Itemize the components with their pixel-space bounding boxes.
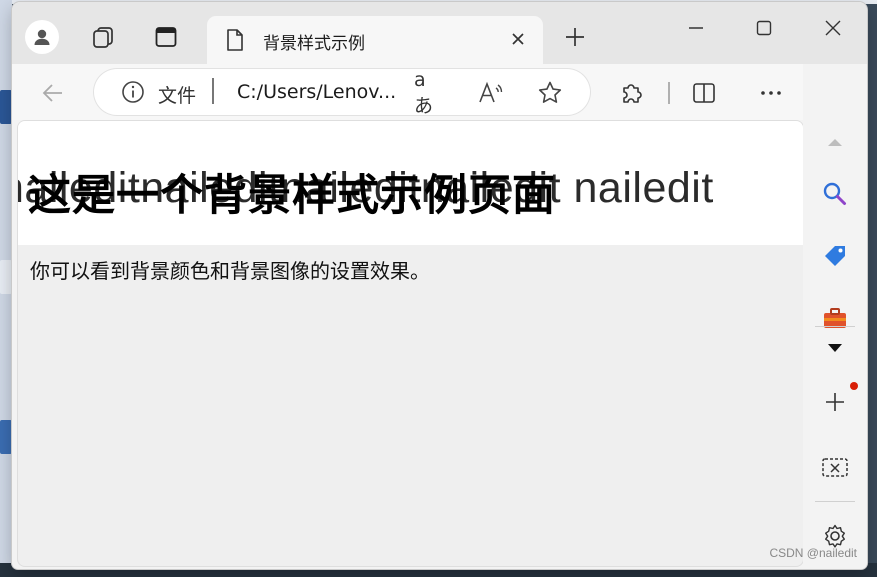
sidebar-divider-bottom	[815, 501, 855, 502]
sidebar-add[interactable]	[817, 384, 853, 420]
read-aloud-icon	[479, 81, 503, 103]
edge-sidebar	[803, 64, 867, 569]
vertical-tabs-button[interactable]	[148, 19, 184, 55]
browser-window: 背景样式示例 文件 C:/Users/Lenov... aあ naileditn…	[12, 2, 867, 569]
maximize-icon	[756, 20, 772, 36]
collections-icon	[93, 27, 113, 48]
sidebar-expand[interactable]	[817, 330, 853, 366]
profile-button[interactable]	[24, 19, 60, 55]
close-window-button[interactable]	[809, 8, 857, 48]
desktop-word-icon[interactable]	[0, 90, 12, 124]
sidebar-shopping[interactable]	[817, 238, 853, 274]
info-icon	[122, 81, 144, 103]
tab-close-button[interactable]	[507, 28, 529, 50]
toolbox-icon	[824, 308, 846, 328]
notification-dot	[850, 382, 858, 390]
arrow-left-icon	[42, 84, 62, 102]
tab-bar: 背景样式示例	[12, 2, 867, 64]
collections-button[interactable]	[85, 19, 121, 55]
more-icon	[761, 91, 781, 95]
sidebar-divider	[815, 326, 855, 327]
sidebar-scroll-up[interactable]	[817, 124, 853, 160]
sidebar-search[interactable]	[817, 176, 853, 212]
page-icon	[227, 29, 243, 51]
navigation-toolbar: 文件 C:/Users/Lenov... aあ	[12, 64, 867, 120]
avatar	[25, 20, 59, 54]
tab-title: 背景样式示例	[263, 34, 365, 54]
site-info-button[interactable]	[120, 79, 146, 105]
toolbar-divider	[668, 82, 670, 104]
address-scheme-label: 文件	[158, 85, 197, 107]
tab-active[interactable]: 背景样式示例	[207, 16, 543, 64]
maximize-button[interactable]	[740, 8, 788, 48]
new-tab-button[interactable]	[558, 20, 592, 54]
sidebar-screenshot[interactable]	[817, 450, 853, 486]
minimize-icon	[689, 27, 703, 29]
more-options-button[interactable]	[755, 77, 787, 109]
address-url[interactable]: C:/Users/Lenov...	[237, 81, 396, 103]
star-icon	[538, 81, 562, 103]
split-screen-button[interactable]	[688, 77, 720, 109]
close-window-icon	[825, 20, 841, 36]
tag-icon	[825, 246, 845, 266]
minimize-button[interactable]	[672, 8, 720, 48]
search-icon	[823, 182, 846, 205]
page-viewport: naileditnaileditnaileditnailedit nailedi…	[17, 120, 804, 567]
scroll-up-icon	[828, 139, 842, 146]
extensions-button[interactable]	[616, 77, 648, 109]
translate-button[interactable]: aあ	[414, 69, 442, 117]
add-icon	[826, 393, 844, 411]
split-screen-icon	[693, 83, 715, 103]
expand-icon	[828, 344, 842, 352]
plus-icon	[566, 28, 584, 46]
address-bar[interactable]: 文件 C:/Users/Lenov... aあ	[94, 69, 590, 117]
close-icon	[512, 33, 524, 45]
csdn-watermark: CSDN @nailedit	[769, 546, 857, 560]
page-paragraph: 你可以看到背景颜色和背景图像的设置效果。	[30, 259, 430, 283]
user-icon	[34, 29, 50, 45]
desktop-app-icon[interactable]	[0, 260, 12, 294]
address-divider	[212, 78, 214, 104]
puzzle-icon	[623, 84, 642, 103]
translate-icon: aあ	[414, 68, 434, 117]
page-heading: 这是一个背景样式示例页面	[28, 171, 556, 221]
screenshot-icon	[822, 458, 848, 477]
favorite-button[interactable]	[536, 79, 564, 107]
desktop-shortcut-icon[interactable]	[0, 420, 12, 454]
desktop-left-strip	[0, 0, 12, 577]
back-button[interactable]	[36, 76, 70, 110]
read-aloud-button[interactable]	[476, 79, 504, 107]
tab-actions-icon	[155, 27, 177, 47]
